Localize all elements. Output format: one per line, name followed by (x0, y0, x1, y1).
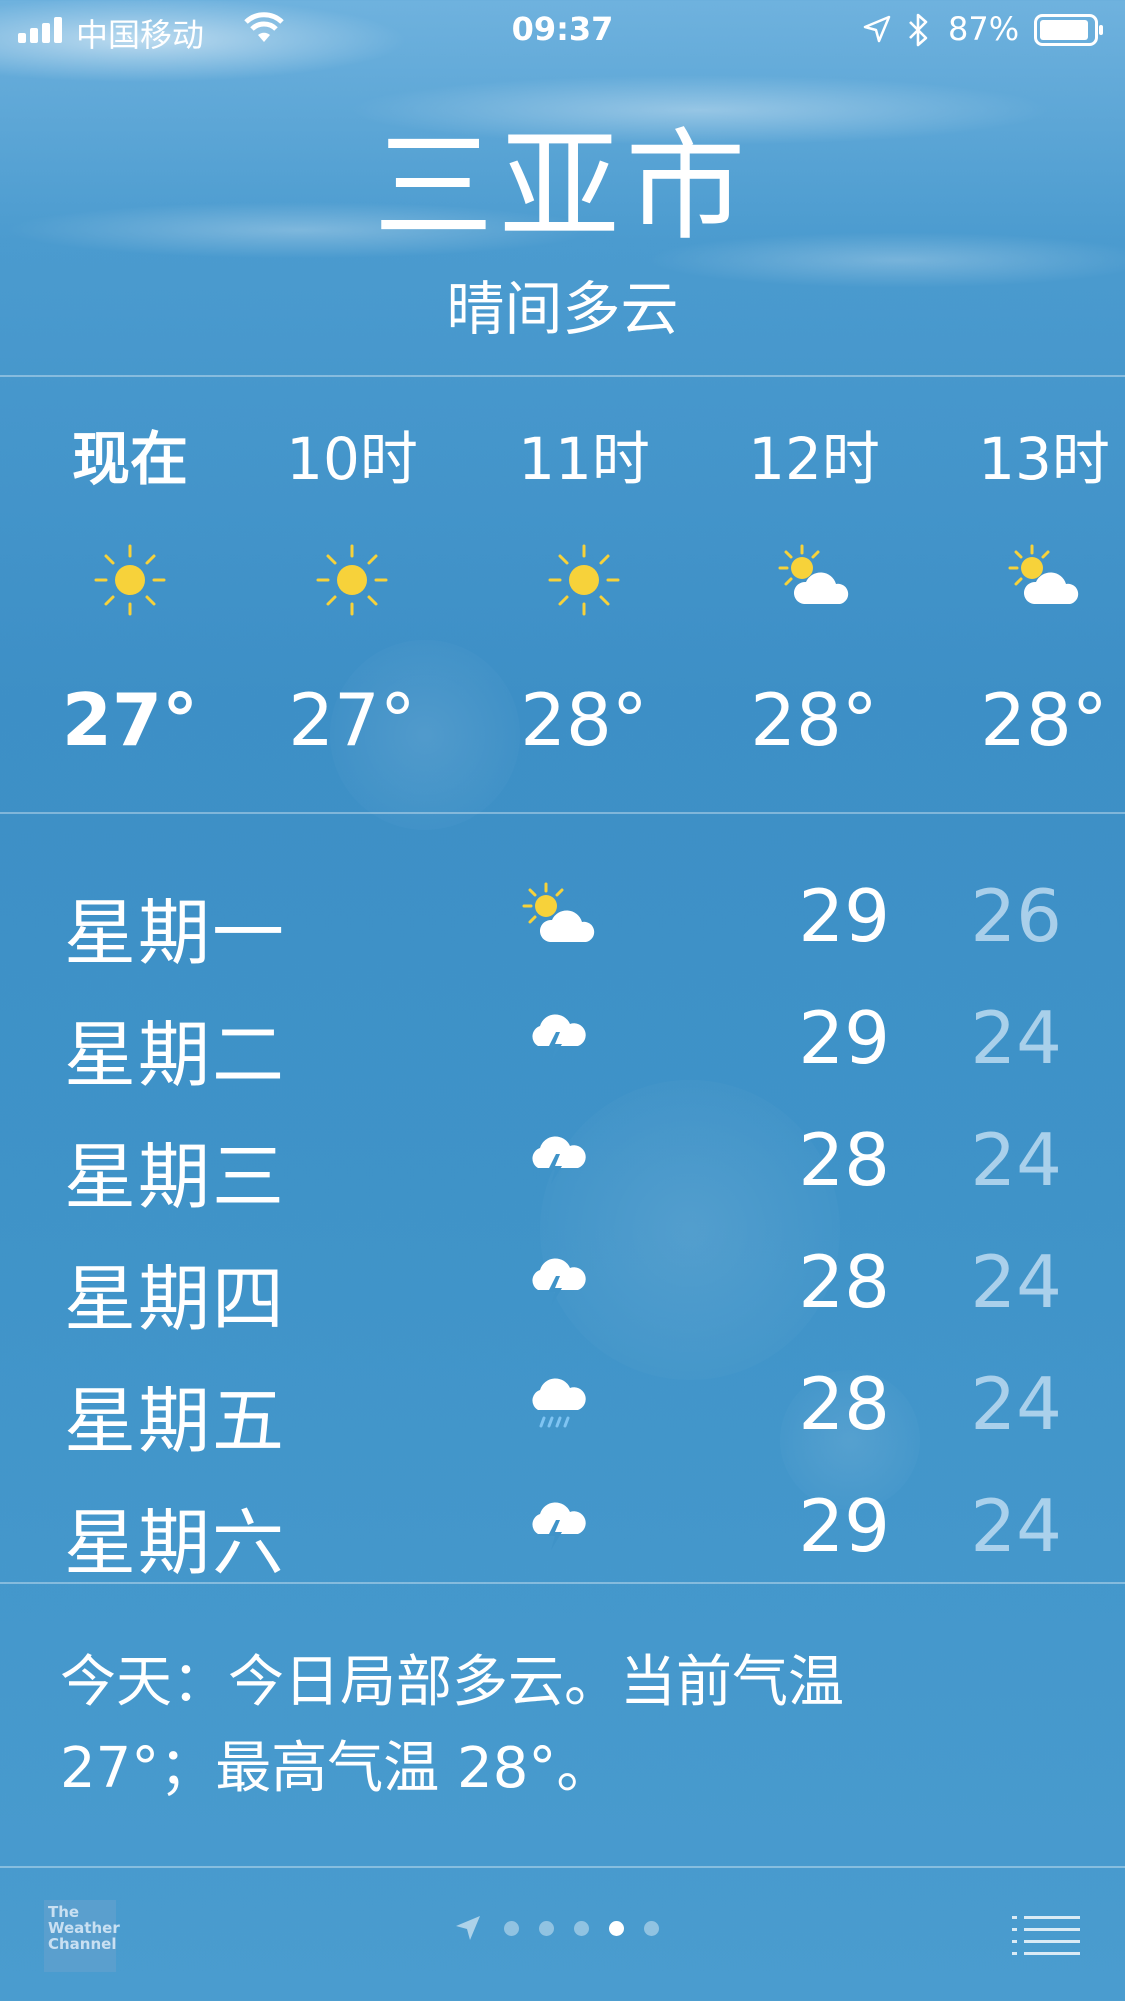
weather-channel-logo[interactable]: The Weather Channel (44, 1900, 120, 1972)
page-dot[interactable] (644, 1920, 659, 1936)
page-dot-active[interactable] (609, 1920, 624, 1936)
day-high-temp: 28 (798, 1362, 890, 1446)
hour-temp: 27° (61, 678, 199, 762)
day-high-temp: 29 (798, 874, 890, 958)
day-name: 星期六 (64, 1501, 287, 1582)
bluetooth-icon (909, 13, 928, 47)
day-high-temp: 29 (798, 1484, 890, 1568)
current-condition: 晴间多云 (446, 275, 679, 343)
thunderstorm-icon (532, 1014, 586, 1062)
status-bar: 中国移动 09:37 87% (0, 0, 1125, 60)
page-dot[interactable] (574, 1920, 589, 1936)
hour-temp: 28° (980, 678, 1108, 762)
hourly-forecast[interactable]: 现在 27° 10时 27° 11时 28° 12时 28° 13时 28° (0, 378, 1125, 812)
summary-line: 今天：今日局部多云。当前气温 (60, 1650, 844, 1715)
summary-line: 27°；最高气温 28°。 (60, 1736, 613, 1801)
thunderstorm-icon (532, 1258, 586, 1306)
rain-icon (532, 1378, 586, 1428)
hour-temp: 28° (750, 678, 878, 762)
daily-row: 星期五 28 24 (0, 1340, 1125, 1463)
day-low-temp: 24 (970, 1362, 1062, 1446)
day-low-temp: 24 (970, 1240, 1062, 1324)
hour-temp: 28° (520, 678, 648, 762)
today-summary: 今天：今日局部多云。当前气温 27°；最高气温 28°。 (60, 1640, 1070, 1812)
partly-cloudy-icon (1008, 544, 1079, 604)
location-icon (863, 15, 891, 43)
daily-row: 星期四 28 24 (0, 1218, 1125, 1341)
daily-row: 星期二 29 24 (0, 974, 1125, 1097)
city-list-icon[interactable] (1012, 1914, 1080, 1956)
battery-percent: 87% (948, 10, 1020, 48)
day-low-temp: 24 (970, 1118, 1062, 1202)
page-indicator[interactable] (452, 1912, 659, 1944)
day-low-temp: 24 (970, 1484, 1062, 1568)
sun-icon (316, 544, 388, 616)
hour-label: 12时 (748, 425, 880, 493)
partly-cloudy-icon (522, 882, 595, 942)
day-low-temp: 24 (970, 996, 1062, 1080)
page-dot[interactable] (539, 1920, 554, 1936)
battery-icon (1034, 14, 1103, 46)
page-dot[interactable] (504, 1920, 519, 1936)
day-high-temp: 28 (798, 1240, 890, 1324)
day-name: 星期五 (64, 1379, 287, 1463)
hour-label: 10时 (286, 425, 418, 493)
location-arrow-icon (456, 1916, 480, 1940)
hour-label: 11时 (518, 425, 650, 493)
day-name: 星期一 (64, 891, 287, 975)
day-name: 星期二 (64, 1013, 287, 1097)
daily-forecast[interactable]: 星期一 29 26 星期二 29 24 星期三 28 24 星期四 28 24 … (0, 812, 1125, 1582)
day-name: 星期三 (64, 1135, 287, 1219)
hour-label: 现在 (71, 425, 188, 493)
daily-row: 星期三 28 24 (0, 1096, 1125, 1219)
day-high-temp: 28 (798, 1118, 890, 1202)
hour-label: 13时 (978, 425, 1110, 493)
day-high-temp: 29 (798, 996, 890, 1080)
divider (0, 1582, 1125, 1584)
thunderstorm-icon (532, 1502, 586, 1550)
bottom-toolbar: The Weather Channel (0, 1866, 1125, 2001)
thunderstorm-icon (532, 1136, 586, 1184)
partly-cloudy-icon (778, 544, 849, 604)
city-name: 三亚市 (373, 118, 752, 257)
sun-icon (94, 544, 166, 616)
day-low-temp: 26 (970, 874, 1062, 958)
daily-row: 星期一 29 26 (0, 852, 1125, 975)
divider (0, 375, 1125, 377)
day-name: 星期四 (64, 1257, 287, 1341)
daily-row: 星期六 29 24 (0, 1462, 1125, 1582)
sun-icon (548, 544, 620, 616)
hour-temp: 27° (288, 678, 416, 762)
